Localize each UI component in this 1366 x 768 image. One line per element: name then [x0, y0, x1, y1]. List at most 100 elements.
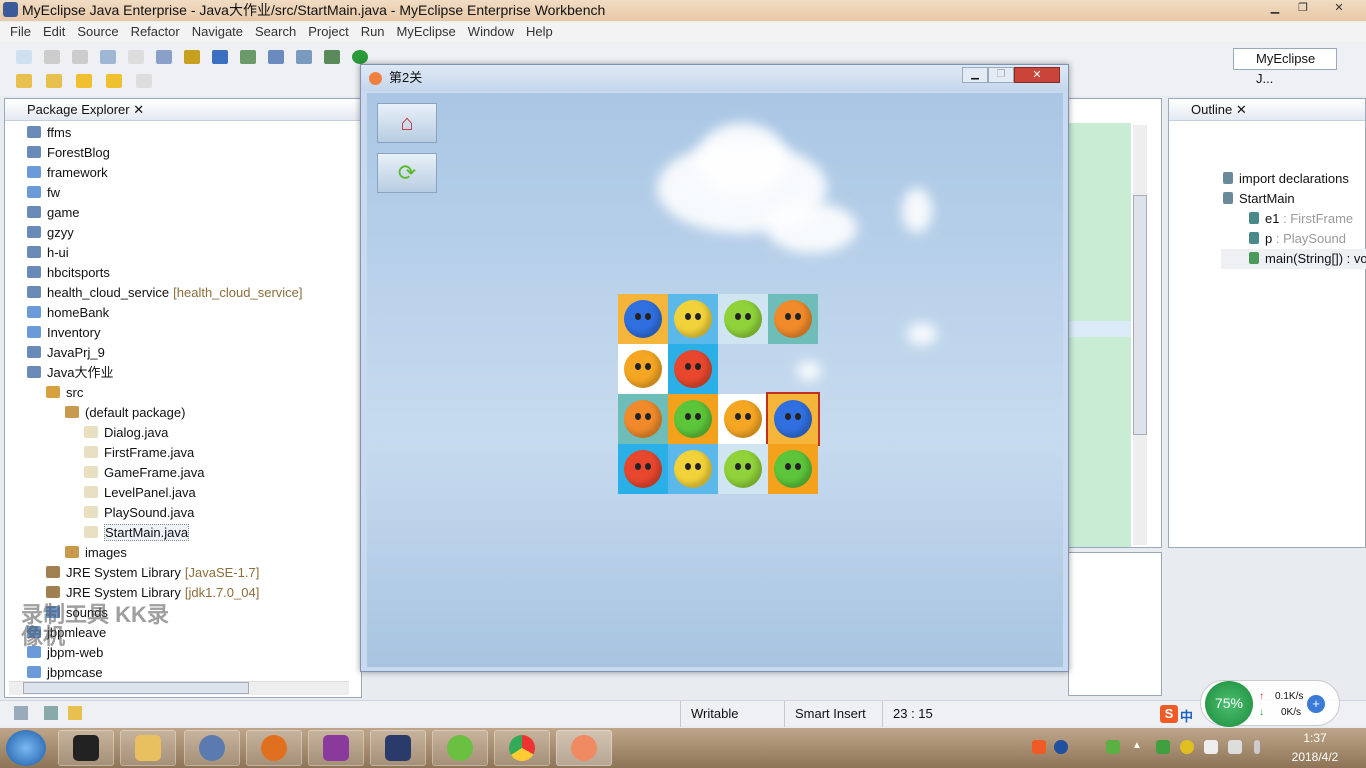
fruit-tile-blueberry[interactable] — [618, 294, 668, 344]
menu-refactor[interactable]: Refactor — [125, 22, 186, 42]
fruit-tile-green-apple-orange[interactable] — [668, 394, 718, 444]
tree-item[interactable]: game — [27, 203, 80, 223]
close-view-icon[interactable]: ✕ — [133, 102, 144, 117]
tree-item[interactable]: JRE System Library [jdk1.7.0_04] — [46, 583, 259, 603]
outline-item[interactable]: StartMain — [1223, 189, 1295, 209]
debug-icon[interactable] — [324, 50, 340, 64]
server-icon[interactable] — [296, 50, 312, 64]
tree-item[interactable]: health_cloud_service [health_cloud_servic… — [27, 283, 303, 303]
fruit-tile-orange[interactable] — [768, 294, 818, 344]
package-explorer-tab[interactable]: Package Explorer ✕ — [5, 99, 361, 121]
tree-item[interactable]: Java大作业 — [27, 363, 113, 383]
tree-item[interactable]: src — [46, 383, 83, 403]
perspective-myeclipse[interactable]: MyEclipse J... — [1233, 48, 1337, 86]
volume-tray-icon[interactable] — [1254, 740, 1260, 754]
tree-item[interactable]: jbpmcase — [27, 663, 103, 681]
fruit-tile-pineapple[interactable] — [668, 294, 718, 344]
forward-icon[interactable] — [136, 74, 152, 88]
tree-item[interactable]: GameFrame.java — [84, 463, 204, 483]
fruit-tile-blueberry[interactable] — [766, 392, 820, 446]
editor-scrollbar[interactable] — [1133, 125, 1147, 545]
plus-icon[interactable]: + — [1307, 695, 1325, 713]
menu-edit[interactable]: Edit — [37, 22, 71, 42]
outline-item[interactable]: import declarations — [1223, 169, 1349, 189]
menu-project[interactable]: Project — [302, 22, 354, 42]
fruit-tile-orange[interactable] — [618, 394, 668, 444]
tree-item[interactable]: gzyy — [27, 223, 74, 243]
binary-icon[interactable] — [128, 50, 144, 64]
close-button[interactable]: ✕ — [1326, 1, 1352, 17]
tree-item[interactable]: Dialog.java — [84, 423, 168, 443]
tree-item[interactable]: StartMain.java — [84, 523, 190, 543]
new-wizard-icon[interactable] — [156, 50, 172, 64]
web-icon[interactable] — [240, 50, 256, 64]
usb-tray-icon[interactable] — [1106, 740, 1120, 754]
fruit-tile-red-apple[interactable] — [668, 344, 718, 394]
status-icon[interactable] — [44, 706, 58, 720]
tree-item[interactable]: images — [65, 543, 127, 563]
new-bean-icon[interactable] — [212, 50, 228, 64]
home-button[interactable]: ⌂ — [377, 103, 437, 143]
tree-item[interactable]: PlaySound.java — [84, 503, 194, 523]
start-button[interactable] — [6, 730, 46, 766]
fruit-tile-mango[interactable] — [618, 344, 668, 394]
menu-source[interactable]: Source — [71, 22, 124, 42]
close-view-icon[interactable]: ✕ — [1236, 102, 1247, 117]
back-icon[interactable] — [106, 74, 122, 88]
tree-item[interactable]: Inventory — [27, 323, 100, 343]
tree-item[interactable]: JavaPrj_9 — [27, 343, 105, 363]
clock-date[interactable]: 2018/4/2 — [1282, 750, 1348, 764]
save-all-icon[interactable] — [72, 50, 88, 64]
next-annotation-icon[interactable] — [16, 74, 32, 88]
tree-item[interactable]: homeBank — [27, 303, 109, 323]
tree-item[interactable]: fw — [27, 183, 60, 203]
ime-mode[interactable]: 中 — [1180, 706, 1193, 725]
tree-item[interactable]: framework — [27, 163, 108, 183]
power-tray-icon[interactable] — [1228, 740, 1242, 754]
tree-item[interactable]: JRE System Library [JavaSE-1.7] — [46, 563, 259, 583]
tree-item[interactable]: FirstFrame.java — [84, 443, 194, 463]
taskbar-explorer[interactable] — [120, 730, 176, 766]
fruit-tile-mango[interactable] — [718, 394, 768, 444]
tree-item[interactable]: (default package) — [65, 403, 185, 423]
minimize-button[interactable]: ▁ — [1262, 1, 1288, 17]
menu-navigate[interactable]: Navigate — [186, 22, 249, 42]
outline-item[interactable]: main(String[]) : void — [1221, 249, 1366, 269]
tree-item[interactable]: ForestBlog — [27, 143, 110, 163]
last-edit-icon[interactable] — [76, 74, 92, 88]
menu-search[interactable]: Search — [249, 22, 302, 42]
taskbar-app4[interactable] — [246, 730, 302, 766]
save-icon[interactable] — [44, 50, 60, 64]
menu-file[interactable]: File — [4, 22, 37, 42]
taskbar-app7[interactable] — [432, 730, 488, 766]
network-tray-icon[interactable] — [1204, 740, 1218, 754]
horizontal-scrollbar[interactable] — [9, 681, 349, 695]
fast-view-icon[interactable] — [14, 706, 28, 720]
fruit-tile-red-apple[interactable] — [618, 444, 668, 494]
clock-time[interactable]: 1:37 — [1290, 731, 1340, 745]
sogou-ime-icon[interactable]: S — [1160, 705, 1178, 723]
fruit-tile-green-apple[interactable] — [718, 294, 768, 344]
menu-window[interactable]: Window — [462, 22, 520, 42]
tree-item[interactable]: h-ui — [27, 243, 69, 263]
game-maximize-button[interactable]: ❐ — [988, 67, 1014, 83]
prev-annotation-icon[interactable] — [46, 74, 62, 88]
taskbar-intellij[interactable] — [58, 730, 114, 766]
help-tray-icon[interactable] — [1054, 740, 1068, 754]
fruit-tile-pineapple[interactable] — [668, 444, 718, 494]
notes-icon[interactable] — [68, 706, 82, 720]
tree-item[interactable]: ffms — [27, 123, 71, 143]
taskbar-game[interactable] — [556, 730, 612, 766]
network-speed-widget[interactable]: 75% 0.1K/s 0K/s ↑ ↓ + — [1200, 680, 1340, 727]
tree-item[interactable]: hbcitsports — [27, 263, 110, 283]
game-minimize-button[interactable]: ▁ — [962, 67, 988, 83]
taskbar-myeclipse[interactable] — [370, 730, 426, 766]
menu-help[interactable]: Help — [520, 22, 559, 42]
outline-item[interactable]: e1 : FirstFrame — [1249, 209, 1353, 229]
new-icon[interactable] — [16, 50, 32, 64]
run-icon[interactable] — [352, 50, 368, 64]
refresh-button[interactable]: ⟳ — [377, 153, 437, 193]
taskbar-onenote[interactable] — [308, 730, 364, 766]
show-hidden-icons[interactable]: ▲ — [1132, 740, 1146, 754]
menu-myeclipse[interactable]: MyEclipse — [391, 22, 462, 42]
